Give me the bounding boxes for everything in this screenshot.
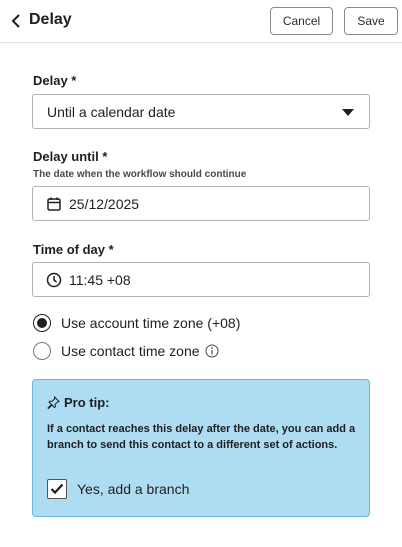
time-of-day-label: Time of day * <box>33 242 114 257</box>
date-input[interactable]: 25/12/2025 <box>32 186 370 221</box>
radio-button[interactable] <box>33 342 51 360</box>
add-branch-checkbox-row[interactable]: Yes, add a branch <box>47 479 189 499</box>
caret-down-icon <box>342 109 354 116</box>
cancel-button[interactable]: Cancel <box>270 7 333 35</box>
pin-icon <box>47 396 60 409</box>
pro-tip-body: If a contact reaches this delay after th… <box>47 423 356 451</box>
pro-tip-title: Pro tip: <box>64 395 110 410</box>
chevron-left-icon <box>11 14 20 28</box>
pro-tip-callout: Pro tip: If a contact reaches this delay… <box>32 379 370 517</box>
back-button[interactable] <box>6 10 26 32</box>
page-title: Delay <box>29 11 72 28</box>
date-value: 25/12/2025 <box>69 195 140 212</box>
radio-button[interactable] <box>33 314 51 332</box>
clock-icon <box>46 272 62 288</box>
add-branch-checkbox[interactable] <box>47 479 67 499</box>
checkmark-icon <box>50 483 64 495</box>
time-value: 11:45 +08 <box>69 271 131 288</box>
info-icon[interactable] <box>205 344 219 358</box>
radio-contact-timezone[interactable]: Use contact time zone <box>33 341 219 361</box>
save-button[interactable]: Save <box>344 7 398 35</box>
delay-label: Delay * <box>33 73 77 88</box>
delay-type-select[interactable]: Until a calendar date <box>32 94 370 129</box>
delay-type-value: Until a calendar date <box>47 103 176 120</box>
radio-label: Use contact time zone <box>61 343 200 359</box>
delay-until-help: The date when the workflow should contin… <box>33 169 247 180</box>
pro-tip-heading: Pro tip: <box>47 395 110 410</box>
time-input[interactable]: 11:45 +08 <box>32 262 370 297</box>
delay-until-label: Delay until * <box>33 149 108 164</box>
panel-header: Delay Cancel Save <box>0 0 402 43</box>
calendar-icon <box>47 197 61 211</box>
radio-account-timezone[interactable]: Use account time zone (+08) <box>33 313 240 333</box>
radio-label: Use account time zone (+08) <box>61 315 241 331</box>
add-branch-label: Yes, add a branch <box>77 481 190 497</box>
